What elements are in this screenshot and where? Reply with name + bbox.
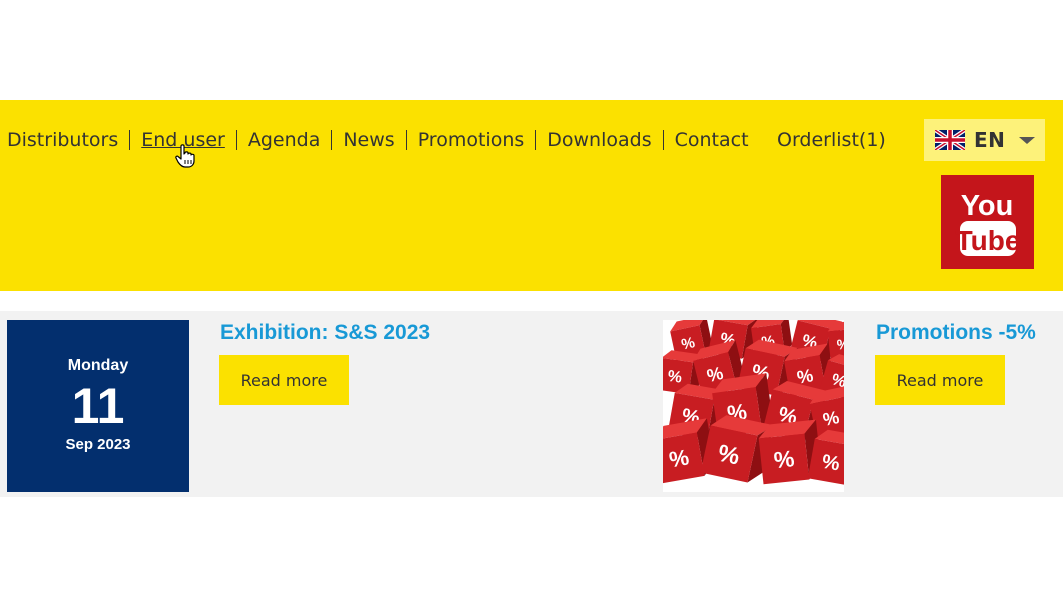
event-weekday: Monday: [67, 357, 129, 374]
svg-text:%: %: [772, 445, 795, 473]
percent-cubes-image: %%%%%%%%%%%%%%%%%%: [663, 320, 844, 486]
nav-separator: [331, 130, 333, 150]
svg-text:%: %: [667, 368, 683, 387]
youtube-text-you: You: [961, 190, 1014, 222]
promotions-title[interactable]: Promotions -5%: [876, 321, 1036, 345]
nav-separator: [129, 130, 131, 150]
chevron-down-icon: [1019, 136, 1036, 144]
nav-promotions[interactable]: Promotions: [418, 129, 525, 151]
nav-distributors[interactable]: Distributors: [7, 129, 118, 151]
nav-news[interactable]: News: [343, 129, 394, 151]
exhibition-title[interactable]: Exhibition: S&S 2023: [220, 321, 430, 345]
language-code: EN: [974, 128, 1006, 152]
youtube-icon: You Tube: [956, 190, 1021, 256]
uk-flag-icon: [935, 130, 965, 150]
event-month: Sep 2023: [65, 436, 131, 453]
nav-contact[interactable]: Contact: [675, 129, 749, 151]
orderlist-link[interactable]: Orderlist(1): [777, 126, 886, 154]
nav-separator: [662, 130, 664, 150]
nav-end-user[interactable]: End user: [141, 129, 225, 151]
event-date-box: Monday 11 Sep 2023: [7, 320, 189, 492]
read-more-button[interactable]: Read more: [219, 355, 349, 405]
youtube-link[interactable]: You Tube: [941, 175, 1034, 269]
nav-separator: [535, 130, 537, 150]
youtube-text-tube: Tube: [956, 225, 1021, 256]
nav-agenda[interactable]: Agenda: [248, 129, 321, 151]
main-nav: Distributors End user Agenda News Promot…: [7, 126, 749, 154]
read-more-button-promotions[interactable]: Read more: [875, 355, 1005, 405]
event-day: 11: [71, 378, 125, 434]
nav-separator: [405, 130, 407, 150]
nav-separator: [235, 130, 237, 150]
nav-downloads[interactable]: Downloads: [547, 129, 651, 151]
svg-text:%: %: [836, 335, 844, 352]
language-selector[interactable]: EN: [924, 119, 1045, 161]
promotions-image[interactable]: %%%%%%%%%%%%%%%%%%: [663, 320, 844, 492]
